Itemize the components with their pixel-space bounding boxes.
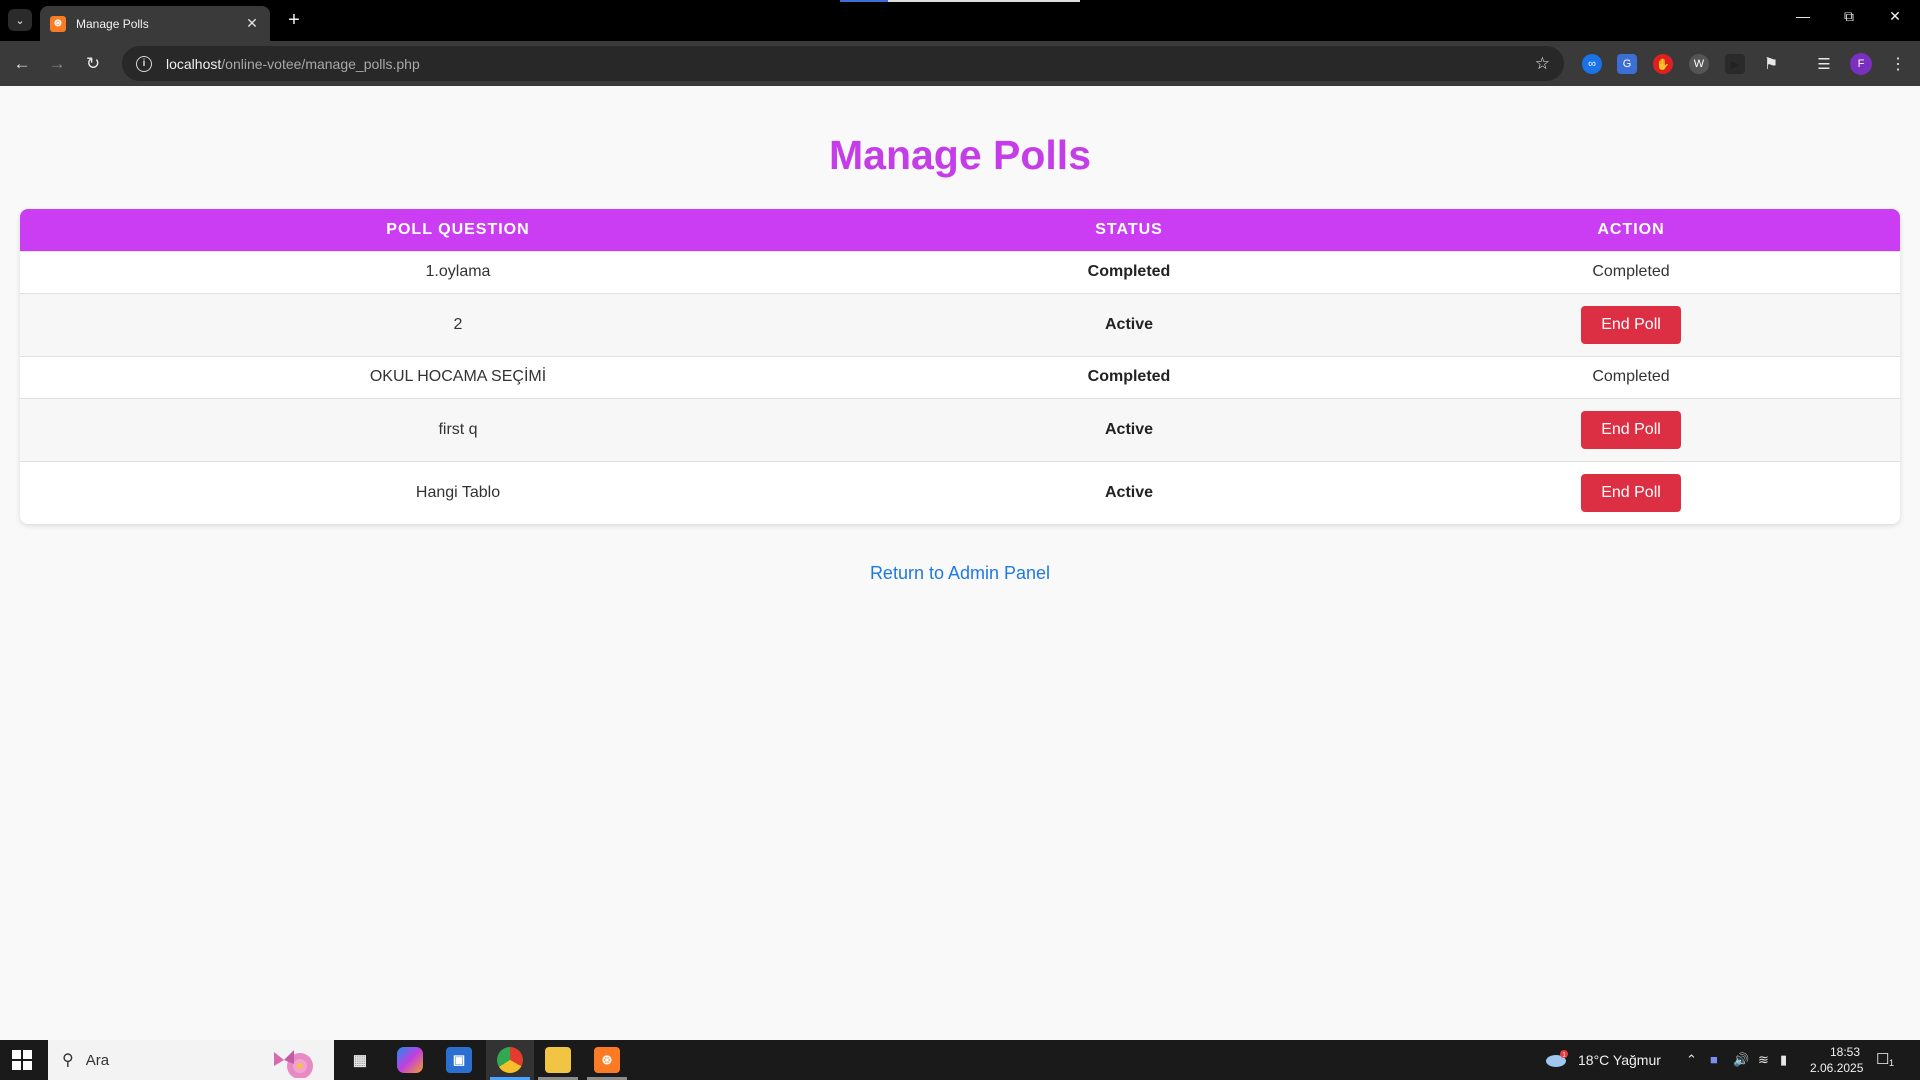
notification-count: 1 — [1889, 1058, 1895, 1068]
butterfly-flower-icon — [274, 1050, 313, 1078]
poll-action-cell: End Poll — [1362, 292, 1900, 356]
clock[interactable]: 18:53 2.06.2025 — [1810, 1044, 1864, 1076]
weather-text[interactable]: 18°C Yağmur — [1578, 1052, 1661, 1068]
end-poll-button[interactable]: End Poll — [1581, 410, 1681, 449]
file-explorer-icon[interactable] — [545, 1047, 571, 1073]
table-row: first q Active End Poll — [20, 397, 1900, 461]
extension-blue-icon[interactable]: ∞ — [1582, 54, 1602, 74]
table-row: 1.oylama Completed Completed — [20, 250, 1900, 293]
task-view-icon[interactable]: ▦ — [347, 1047, 373, 1073]
poll-question: 1.oylama — [20, 250, 896, 293]
column-header-status: STATUS — [896, 209, 1362, 251]
volume-icon[interactable]: 🔊 — [1733, 1052, 1749, 1068]
table-row: Hangi Tablo Active End Poll — [20, 460, 1900, 524]
microsoft-store-icon[interactable]: ▣ — [446, 1047, 472, 1073]
table-row: 2 Active End Poll — [20, 292, 1900, 356]
media-controls-icon[interactable]: ☰ — [1814, 54, 1834, 74]
end-poll-button[interactable]: End Poll — [1581, 305, 1681, 344]
tab-search-button[interactable]: ⌄ — [8, 9, 32, 31]
extension-red-icon[interactable]: ✋ — [1653, 54, 1673, 74]
page-title: Manage Polls — [828, 132, 1091, 178]
translate-icon[interactable]: G — [1617, 54, 1637, 74]
arrow-left-icon: ← — [13, 54, 31, 73]
restore-button[interactable]: ⧉ — [1826, 8, 1872, 25]
poll-action-text: Completed — [1362, 250, 1900, 293]
taskbar-search-input[interactable]: ⚲ Ara — [48, 1040, 334, 1080]
tab-strip: ⌄ ⊛ Manage Polls ✕ + — ⧉ ✕ — [0, 0, 1920, 41]
reload-button[interactable]: ↻ — [81, 52, 105, 76]
extensions-puzzle-icon[interactable]: ⚑ — [1761, 54, 1781, 74]
table-header-row: POLL QUESTION STATUS ACTION — [20, 209, 1900, 251]
new-tab-button[interactable]: + — [282, 9, 306, 31]
page-content: Manage Polls POLL QUESTION STATUS ACTION… — [0, 86, 1920, 1040]
url-host: localhost — [166, 55, 222, 72]
poll-question: Hangi Tablo — [20, 460, 896, 524]
extension-w-icon[interactable]: W — [1689, 54, 1709, 74]
poll-question: first q — [20, 397, 896, 461]
back-button[interactable]: ← — [10, 52, 34, 76]
poll-status: Active — [896, 460, 1362, 524]
clock-date: 2.06.2025 — [1810, 1061, 1864, 1075]
url-path: /online-votee/manage_polls.php — [221, 55, 420, 72]
extension-dark-icon[interactable]: ▶ — [1725, 54, 1745, 74]
teams-icon[interactable]: ■ — [1710, 1052, 1718, 1067]
return-admin-link[interactable]: Return to Admin Panel — [0, 563, 1920, 584]
forward-button[interactable]: → — [45, 52, 69, 76]
windows-taskbar: ⚲ Ara ▦ ▣ ⊛ 1 18°C Yağmur ⌃ ■ 🔊 ≋ ▮ 18:5… — [0, 1040, 1920, 1080]
poll-status: Completed — [896, 355, 1362, 398]
poll-action-cell: End Poll — [1362, 460, 1900, 524]
tab-title: Manage Polls — [76, 16, 149, 31]
reload-icon: ↻ — [85, 54, 101, 73]
menu-kebab-icon[interactable]: ⋮ — [1888, 54, 1908, 74]
column-header-action: ACTION — [1362, 209, 1900, 251]
arrow-right-icon: → — [48, 54, 66, 73]
clock-time: 18:53 — [1829, 1045, 1860, 1059]
url-text[interactable]: localhost/online-votee/manage_polls.php — [166, 56, 1535, 72]
site-info-icon[interactable]: i — [136, 55, 152, 72]
poll-question: 2 — [20, 292, 896, 356]
minimize-button[interactable]: — — [1780, 8, 1826, 24]
windows-start-icon[interactable] — [12, 1050, 32, 1070]
xampp-taskbar-icon[interactable]: ⊛ — [594, 1047, 620, 1073]
table-row: OKUL HOCAMA SEÇİMİ Completed Completed — [20, 355, 1900, 398]
polls-table: POLL QUESTION STATUS ACTION 1.oylama Com… — [20, 209, 1900, 524]
loading-indicator-progress — [840, 0, 888, 2]
weather-rain-icon: 1 — [1546, 1050, 1568, 1067]
address-bar[interactable]: i localhost/online-votee/manage_polls.ph… — [122, 46, 1564, 81]
bookmark-star-icon[interactable]: ☆ — [1535, 54, 1550, 74]
chevron-down-icon: ⌄ — [15, 14, 25, 27]
browser-toolbar: ← → ↻ i localhost/online-votee/manage_po… — [0, 41, 1920, 86]
close-icon[interactable]: ✕ — [244, 15, 260, 32]
copilot-icon[interactable] — [397, 1047, 423, 1073]
poll-status: Completed — [896, 250, 1362, 293]
notification-icon[interactable]: ☐ 1 — [1876, 1050, 1898, 1070]
profile-avatar[interactable]: F — [1850, 53, 1872, 75]
chevron-up-icon[interactable]: ⌃ — [1686, 1052, 1697, 1068]
tab-manage-polls[interactable]: ⊛ Manage Polls ✕ — [40, 6, 270, 41]
column-header-question: POLL QUESTION — [20, 209, 896, 251]
wifi-icon[interactable]: ≋ — [1758, 1052, 1769, 1068]
chrome-icon[interactable] — [497, 1047, 523, 1073]
close-window-button[interactable]: ✕ — [1872, 8, 1918, 25]
battery-icon[interactable]: ▮ — [1780, 1052, 1787, 1068]
poll-status: Active — [896, 292, 1362, 356]
poll-status: Active — [896, 397, 1362, 461]
poll-action-text: Completed — [1362, 355, 1900, 398]
poll-question: OKUL HOCAMA SEÇİMİ — [20, 355, 896, 398]
search-icon: ⚲ — [62, 1052, 74, 1069]
end-poll-button[interactable]: End Poll — [1581, 473, 1681, 512]
poll-action-cell: End Poll — [1362, 397, 1900, 461]
xampp-icon: ⊛ — [50, 15, 66, 32]
